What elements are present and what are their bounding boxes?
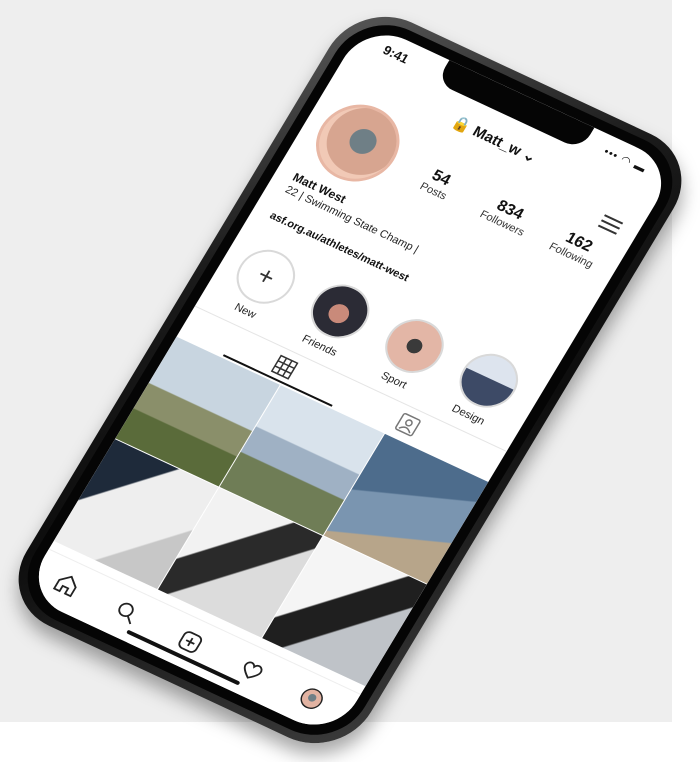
- home-icon[interactable]: [50, 569, 84, 600]
- profile-bio: 22 | Swimming State Champ |: [282, 183, 421, 256]
- hamburger-icon[interactable]: [597, 214, 624, 235]
- story-sport[interactable]: Sport: [362, 308, 458, 399]
- tagged-icon[interactable]: [392, 411, 423, 439]
- plus-icon: +: [251, 259, 282, 293]
- profile-avatar-icon[interactable]: [295, 683, 329, 714]
- story-friends[interactable]: Friends: [287, 274, 383, 365]
- posts-stat[interactable]: 54 Posts: [403, 158, 473, 209]
- story-new[interactable]: + New: [213, 239, 309, 330]
- followers-stat[interactable]: 834 Followers: [466, 188, 547, 244]
- status-time: 9:41: [380, 42, 412, 67]
- following-stat[interactable]: 162 Following: [539, 221, 613, 274]
- search-icon[interactable]: [110, 597, 144, 628]
- story-design[interactable]: Design: [436, 343, 532, 434]
- status-icons: ••• ◠ ▬: [601, 145, 649, 176]
